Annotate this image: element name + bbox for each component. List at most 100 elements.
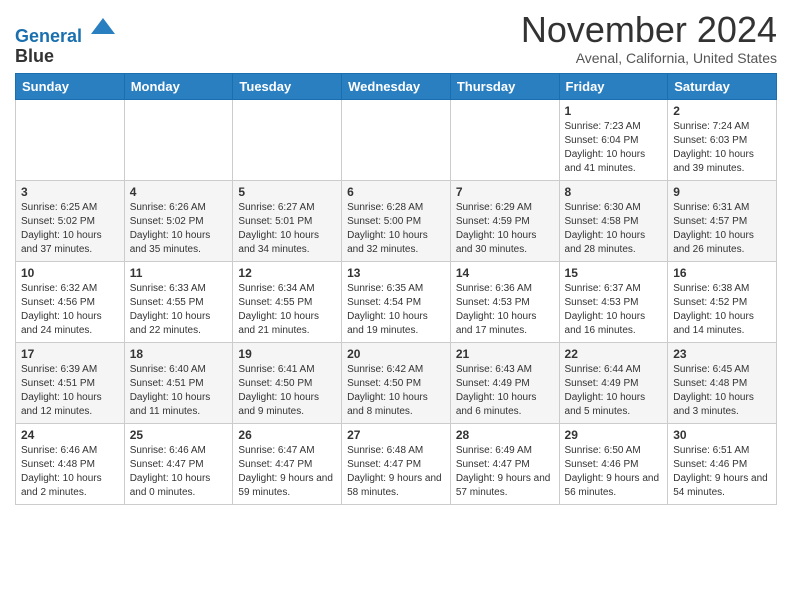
- day-cell: 28Sunrise: 6:49 AM Sunset: 4:47 PM Dayli…: [450, 423, 559, 504]
- weekday-header-monday: Monday: [124, 73, 233, 99]
- calendar-body: 1 Sunrise: 7:23 AM Sunset: 6:04 PM Daylig…: [16, 99, 777, 504]
- day-info: Sunrise: 6:44 AM Sunset: 4:49 PM Dayligh…: [565, 363, 663, 419]
- day-number: 12: [238, 266, 336, 280]
- day-cell: 26Sunrise: 6:47 AM Sunset: 4:47 PM Dayli…: [233, 423, 342, 504]
- day-number: 27: [347, 428, 445, 442]
- day-info: Sunrise: 6:48 AM Sunset: 4:47 PM Dayligh…: [347, 444, 445, 500]
- day-number: 24: [21, 428, 119, 442]
- calendar-header: SundayMondayTuesdayWednesdayThursdayFrid…: [16, 73, 777, 99]
- day-cell: 16 Sunrise: 6:38 AM Sunset: 4:52 PM Dayli…: [668, 261, 777, 342]
- day-cell: 8 Sunrise: 6:30 AM Sunset: 4:58 PM Daylig…: [559, 180, 668, 261]
- day-cell: 27 Sunrise: 6:48 AM Sunset: 4:47 PM Dayli…: [342, 423, 451, 504]
- day-cell: [124, 99, 233, 180]
- day-info: Sunrise: 6:36 AM Sunset: 4:53 PM Dayligh…: [456, 282, 554, 338]
- day-info: Sunrise: 6:29 AM Sunset: 4:59 PM Dayligh…: [456, 201, 554, 257]
- day-number: 6: [347, 185, 445, 199]
- day-number: 1: [565, 104, 663, 118]
- week-row-5: 24Sunrise: 6:46 AM Sunset: 4:48 PM Dayli…: [16, 423, 777, 504]
- day-cell: 23 Sunrise: 6:45 AM Sunset: 4:48 PM Dayli…: [668, 342, 777, 423]
- day-number: 5: [238, 185, 336, 199]
- day-number: 9: [673, 185, 771, 199]
- day-cell: 15 Sunrise: 6:37 AM Sunset: 4:53 PM Dayli…: [559, 261, 668, 342]
- day-cell: 11 Sunrise: 6:33 AM Sunset: 4:55 PM Dayli…: [124, 261, 233, 342]
- day-info: Sunrise: 6:40 AM Sunset: 4:51 PM Dayligh…: [130, 363, 228, 419]
- week-row-4: 17 Sunrise: 6:39 AM Sunset: 4:51 PM Dayli…: [16, 342, 777, 423]
- day-cell: [450, 99, 559, 180]
- logo-text: General Blue: [15, 14, 117, 67]
- weekday-header-wednesday: Wednesday: [342, 73, 451, 99]
- day-info: Sunrise: 6:33 AM Sunset: 4:55 PM Dayligh…: [130, 282, 228, 338]
- day-cell: 4 Sunrise: 6:26 AM Sunset: 5:02 PM Daylig…: [124, 180, 233, 261]
- day-number: 3: [21, 185, 119, 199]
- day-info: Sunrise: 6:37 AM Sunset: 4:53 PM Dayligh…: [565, 282, 663, 338]
- day-info: Sunrise: 6:38 AM Sunset: 4:52 PM Dayligh…: [673, 282, 771, 338]
- day-info: Sunrise: 6:34 AM Sunset: 4:55 PM Dayligh…: [238, 282, 336, 338]
- day-cell: 17 Sunrise: 6:39 AM Sunset: 4:51 PM Dayli…: [16, 342, 125, 423]
- day-info: Sunrise: 6:28 AM Sunset: 5:00 PM Dayligh…: [347, 201, 445, 257]
- day-info: Sunrise: 6:30 AM Sunset: 4:58 PM Dayligh…: [565, 201, 663, 257]
- day-number: 22: [565, 347, 663, 361]
- weekday-header-thursday: Thursday: [450, 73, 559, 99]
- logo-blue-text: Blue: [15, 46, 54, 66]
- day-cell: 12 Sunrise: 6:34 AM Sunset: 4:55 PM Dayli…: [233, 261, 342, 342]
- page: General Blue November 2024 Avenal, Calif…: [0, 0, 792, 515]
- day-cell: 30Sunrise: 6:51 AM Sunset: 4:46 PM Dayli…: [668, 423, 777, 504]
- day-number: 25: [130, 428, 228, 442]
- day-info: Sunrise: 6:31 AM Sunset: 4:57 PM Dayligh…: [673, 201, 771, 257]
- day-cell: 7 Sunrise: 6:29 AM Sunset: 4:59 PM Daylig…: [450, 180, 559, 261]
- day-cell: 24Sunrise: 6:46 AM Sunset: 4:48 PM Dayli…: [16, 423, 125, 504]
- day-cell: 10 Sunrise: 6:32 AM Sunset: 4:56 PM Dayli…: [16, 261, 125, 342]
- location: Avenal, California, United States: [521, 50, 777, 66]
- day-cell: 5Sunrise: 6:27 AM Sunset: 5:01 PM Daylig…: [233, 180, 342, 261]
- week-row-1: 1 Sunrise: 7:23 AM Sunset: 6:04 PM Daylig…: [16, 99, 777, 180]
- day-info: Sunrise: 6:51 AM Sunset: 4:46 PM Dayligh…: [673, 444, 771, 500]
- day-cell: [342, 99, 451, 180]
- header: General Blue November 2024 Avenal, Calif…: [15, 10, 777, 67]
- day-cell: 6 Sunrise: 6:28 AM Sunset: 5:00 PM Daylig…: [342, 180, 451, 261]
- logo-general: General: [15, 26, 82, 46]
- day-info: Sunrise: 6:39 AM Sunset: 4:51 PM Dayligh…: [21, 363, 119, 419]
- day-cell: 3Sunrise: 6:25 AM Sunset: 5:02 PM Daylig…: [16, 180, 125, 261]
- weekday-header-tuesday: Tuesday: [233, 73, 342, 99]
- day-info: Sunrise: 6:47 AM Sunset: 4:47 PM Dayligh…: [238, 444, 336, 500]
- day-cell: 25Sunrise: 6:46 AM Sunset: 4:47 PM Dayli…: [124, 423, 233, 504]
- day-cell: [16, 99, 125, 180]
- day-number: 15: [565, 266, 663, 280]
- weekday-header-sunday: Sunday: [16, 73, 125, 99]
- weekday-header-row: SundayMondayTuesdayWednesdayThursdayFrid…: [16, 73, 777, 99]
- day-number: 14: [456, 266, 554, 280]
- day-cell: 29 Sunrise: 6:50 AM Sunset: 4:46 PM Dayli…: [559, 423, 668, 504]
- day-cell: [233, 99, 342, 180]
- calendar-table: SundayMondayTuesdayWednesdayThursdayFrid…: [15, 73, 777, 505]
- day-cell: 18Sunrise: 6:40 AM Sunset: 4:51 PM Dayli…: [124, 342, 233, 423]
- day-number: 7: [456, 185, 554, 199]
- day-number: 28: [456, 428, 554, 442]
- day-number: 21: [456, 347, 554, 361]
- day-number: 17: [21, 347, 119, 361]
- day-number: 2: [673, 104, 771, 118]
- day-info: Sunrise: 6:42 AM Sunset: 4:50 PM Dayligh…: [347, 363, 445, 419]
- day-number: 4: [130, 185, 228, 199]
- day-info: Sunrise: 6:32 AM Sunset: 4:56 PM Dayligh…: [21, 282, 119, 338]
- day-info: Sunrise: 6:26 AM Sunset: 5:02 PM Dayligh…: [130, 201, 228, 257]
- day-number: 23: [673, 347, 771, 361]
- day-cell: 21Sunrise: 6:43 AM Sunset: 4:49 PM Dayli…: [450, 342, 559, 423]
- day-number: 13: [347, 266, 445, 280]
- weekday-header-saturday: Saturday: [668, 73, 777, 99]
- logo-icon: [89, 14, 117, 42]
- day-number: 8: [565, 185, 663, 199]
- week-row-3: 10 Sunrise: 6:32 AM Sunset: 4:56 PM Dayli…: [16, 261, 777, 342]
- month-title: November 2024: [521, 10, 777, 50]
- day-number: 19: [238, 347, 336, 361]
- weekday-header-friday: Friday: [559, 73, 668, 99]
- day-number: 10: [21, 266, 119, 280]
- day-number: 16: [673, 266, 771, 280]
- day-number: 29: [565, 428, 663, 442]
- day-info: Sunrise: 7:23 AM Sunset: 6:04 PM Dayligh…: [565, 120, 663, 176]
- day-info: Sunrise: 6:50 AM Sunset: 4:46 PM Dayligh…: [565, 444, 663, 500]
- day-cell: 14 Sunrise: 6:36 AM Sunset: 4:53 PM Dayli…: [450, 261, 559, 342]
- day-number: 11: [130, 266, 228, 280]
- day-info: Sunrise: 6:35 AM Sunset: 4:54 PM Dayligh…: [347, 282, 445, 338]
- day-info: Sunrise: 6:45 AM Sunset: 4:48 PM Dayligh…: [673, 363, 771, 419]
- logo: General Blue: [15, 14, 117, 67]
